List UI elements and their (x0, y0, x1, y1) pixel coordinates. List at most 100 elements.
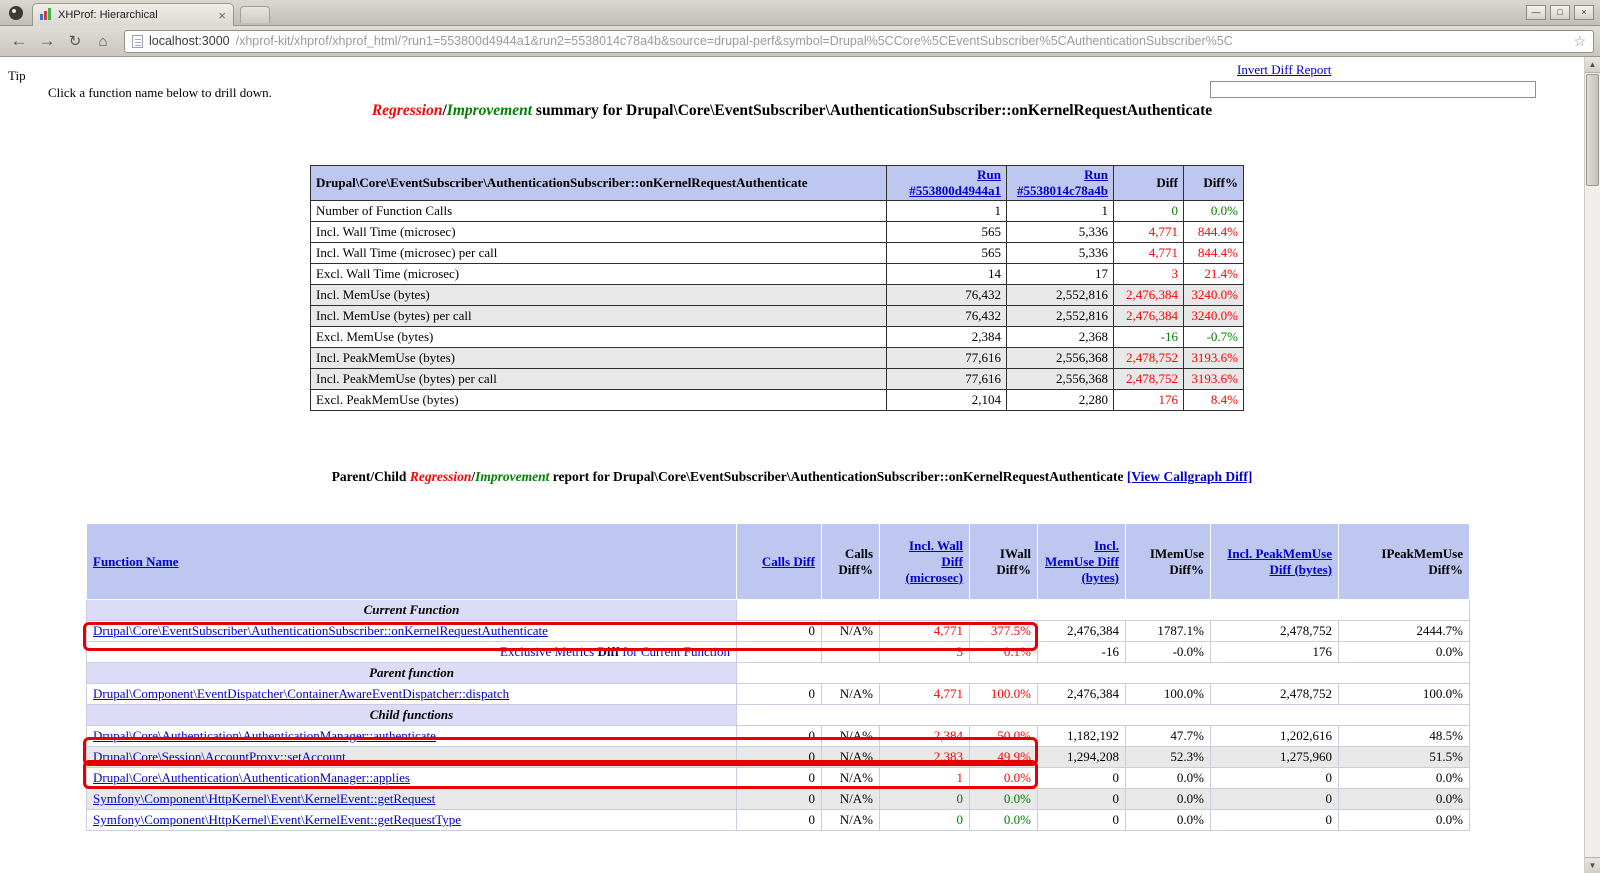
sort-incl-memuse-diff-link[interactable]: Incl. MemUse Diff (bytes) (1045, 538, 1119, 585)
diff-value: 4,771 (1113, 221, 1184, 243)
peak-diff-pct-value: 2444.7% (1338, 620, 1470, 642)
table-row: Drupal\Core\Session\AccountProxy::setAcc… (86, 746, 1470, 768)
peak-diff-value: 0 (1210, 809, 1339, 831)
wall-diff-value: 2,384 (879, 725, 970, 747)
function-link[interactable]: Drupal\Core\Authentication\Authenticatio… (93, 770, 410, 785)
summary-symbol-header: Drupal\Core\EventSubscriber\Authenticati… (310, 165, 887, 201)
tab-close-icon[interactable]: × (218, 9, 226, 22)
minimize-button[interactable]: — (1526, 5, 1546, 20)
window-icon (8, 4, 25, 21)
arrow-up-icon: ▲ (1588, 60, 1597, 69)
diff-summary-table: Drupal\Core\EventSubscriber\Authenticati… (310, 165, 1244, 411)
peak-diff-pct-value: 0.0% (1338, 809, 1470, 831)
mem-diff-pct-value: 52.3% (1125, 746, 1211, 768)
table-row: Excl. PeakMemUse (bytes) 2,104 2,280 176… (310, 389, 1244, 411)
diff-pct-value: -0.7% (1183, 326, 1244, 348)
function-link[interactable]: Symfony\Component\HttpKernel\Event\Kerne… (93, 812, 461, 827)
filter-input[interactable] (1210, 81, 1536, 98)
diff-pct-value: 3240.0% (1183, 284, 1244, 306)
wall-diff-pct-value: 0.0% (969, 767, 1038, 789)
bookmark-star-icon[interactable]: ☆ (1573, 33, 1586, 50)
new-tab-button[interactable] (240, 6, 270, 23)
metric-label: Incl. MemUse (bytes) per call (310, 305, 887, 327)
run2-value: 2,368 (1006, 326, 1114, 348)
sort-incl-peakmemuse-diff-link[interactable]: Incl. PeakMemUse Diff (bytes) (1227, 546, 1332, 577)
table-row: Excl. Wall Time (microsec) 14 17 3 21.4% (310, 263, 1244, 285)
run2-value: 1 (1006, 200, 1114, 222)
function-link[interactable]: Drupal\Core\Session\AccountProxy::setAcc… (93, 749, 346, 764)
url-path: /xhprof-kit/xhprof/xhprof_html/?run1=553… (235, 34, 1233, 48)
calls-diff-pct-value: N/A% (821, 767, 880, 789)
diff-pct-value: 3193.6% (1183, 368, 1244, 390)
sort-calls-diff-link[interactable]: Calls Diff (762, 554, 815, 569)
run2-value: 5,336 (1006, 221, 1114, 243)
calls-diff-header: Calls Diff (736, 523, 822, 600)
run2-value: 17 (1006, 263, 1114, 285)
ipeakmemuse-diff-pct-header: IPeakMemUse Diff% (1338, 523, 1470, 600)
scrollbar-thumb[interactable] (1586, 74, 1599, 186)
page-icon (132, 34, 143, 48)
run2-value: 5,336 (1006, 242, 1114, 264)
diff-value: -16 (1113, 326, 1184, 348)
sort-function-name-link[interactable]: Function Name (93, 554, 179, 569)
function-link[interactable]: Drupal\Core\EventSubscriber\Authenticati… (93, 623, 548, 638)
arrow-down-icon: ▼ (1588, 861, 1597, 870)
scrollbar[interactable]: ▲ ▼ (1584, 57, 1600, 873)
back-button[interactable]: ← (6, 29, 32, 53)
mem-diff-value: 1,294,208 (1037, 746, 1126, 768)
run1-value: 1 (886, 200, 1007, 222)
calls-diff-pct-header: Calls Diff% (821, 523, 880, 600)
maximize-button[interactable]: □ (1550, 5, 1570, 20)
section-label-child-functions: Child functions (86, 704, 737, 726)
section-row: Parent function (86, 662, 1470, 684)
table-row: Drupal\Component\EventDispatcher\Contain… (86, 683, 1470, 705)
wall-diff-value: 2,383 (879, 746, 970, 768)
mem-diff-value: 0 (1037, 809, 1126, 831)
url-host: localhost:3000 (149, 34, 230, 48)
run1-link[interactable]: Run #553800d4944a1 (909, 167, 1001, 198)
section-label-parent-function: Parent function (86, 662, 737, 684)
home-button[interactable]: ⌂ (90, 29, 116, 53)
close-button[interactable]: × (1574, 5, 1594, 20)
mem-diff-value: 0 (1037, 788, 1126, 810)
page-content: Tip Click a function name below to drill… (0, 57, 1584, 873)
function-link[interactable]: Symfony\Component\HttpKernel\Event\Kerne… (93, 791, 435, 806)
run1-value: 76,432 (886, 284, 1007, 306)
wall-diff-pct-value: 0.0% (969, 788, 1038, 810)
diff-pct-value: 0.0% (1183, 200, 1244, 222)
wall-diff-pct-value: 0.0% (969, 809, 1038, 831)
function-link[interactable]: Drupal\Core\Authentication\Authenticatio… (93, 728, 436, 743)
section-label-current-function: Current Function (86, 599, 737, 621)
exclusive-metrics-row: Exclusive Metrics Diff for Current Funct… (86, 641, 1470, 663)
improvement-label: Improvement (475, 469, 550, 484)
run2-link[interactable]: Run #5538014c78a4b (1017, 167, 1108, 198)
diff-pct-value: 844.4% (1183, 242, 1244, 264)
browser-tab[interactable]: XHProf: Hierarchical × (32, 3, 234, 26)
reload-button[interactable]: ↻ (62, 29, 88, 53)
table-row: Incl. MemUse (bytes) 76,432 2,552,816 2,… (310, 284, 1244, 306)
diff-pct-value: 8.4% (1183, 389, 1244, 411)
wall-diff-pct-value: 49.9% (969, 746, 1038, 768)
function-link[interactable]: Drupal\Component\EventDispatcher\Contain… (93, 686, 509, 701)
peak-diff-value: 2,478,752 (1210, 620, 1339, 642)
iwall-diff-pct-header: IWall Diff% (969, 523, 1038, 600)
reload-icon: ↻ (68, 33, 82, 50)
scroll-up-button[interactable]: ▲ (1585, 57, 1600, 73)
diff-pct-value: 3193.6% (1183, 347, 1244, 369)
sort-incl-wall-diff-link[interactable]: Incl. Wall Diff (microsec) (905, 538, 963, 585)
diff-header: Diff (1113, 165, 1184, 201)
peak-diff-value: 1,202,616 (1210, 725, 1339, 747)
table-row: Number of Function Calls 1 1 0 0.0% (310, 200, 1244, 222)
table-row: Drupal\Core\Authentication\Authenticatio… (86, 725, 1470, 747)
peak-diff-pct-value: 0.0% (1338, 767, 1470, 789)
table-row: Drupal\Core\Authentication\Authenticatio… (86, 767, 1470, 789)
mem-diff-pct-value: 0.0% (1125, 788, 1211, 810)
scroll-down-button[interactable]: ▼ (1585, 857, 1600, 873)
section-row: Current Function (86, 599, 1470, 621)
forward-button[interactable]: → (34, 29, 60, 53)
url-bar[interactable]: localhost:3000/xhprof-kit/xhprof/xhprof_… (124, 29, 1594, 53)
invert-diff-report-link[interactable]: Invert Diff Report (1237, 62, 1331, 78)
titlebar: XHProf: Hierarchical × — □ × (0, 0, 1600, 26)
section-row: Child functions (86, 704, 1470, 726)
view-callgraph-diff-link[interactable]: [View Callgraph Diff] (1127, 469, 1252, 484)
